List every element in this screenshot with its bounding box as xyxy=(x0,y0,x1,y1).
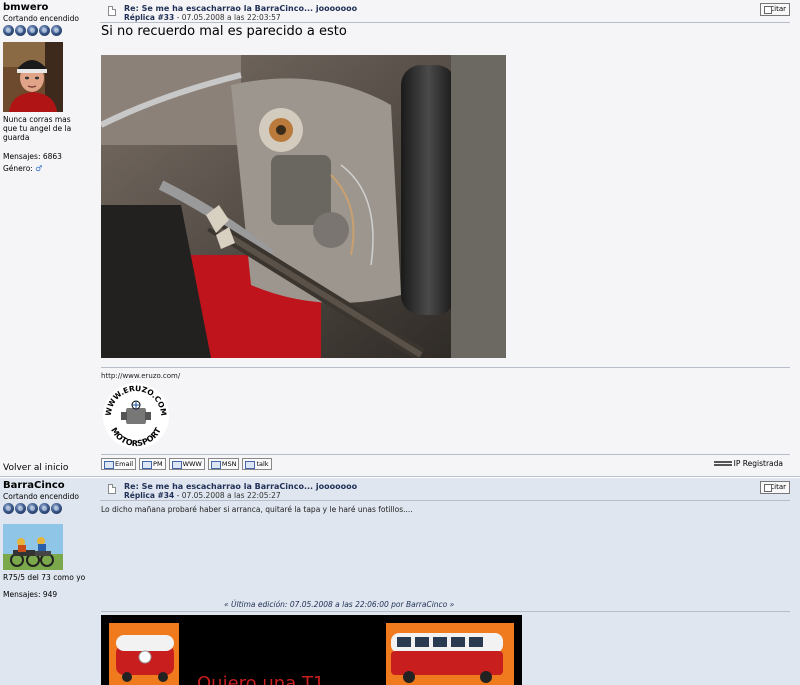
rank-star-icon xyxy=(27,503,38,514)
post-meta: Réplica #34 - 07.05.2008 a las 22:05:27 xyxy=(124,491,281,500)
post-33: bmwero Cortando encendido Nunca corras m… xyxy=(0,0,800,477)
author-personal-text: R75/5 del 73 como yo xyxy=(3,573,86,582)
engine-photo xyxy=(101,55,506,358)
post-body-text: Si no recuerdo mal es parecido a esto xyxy=(101,24,347,39)
www-button[interactable]: WWW xyxy=(168,458,205,470)
author-panel: bmwero Cortando encendido Nunca corras m… xyxy=(3,2,95,173)
ip-registered: IP Registrada xyxy=(733,459,783,468)
post-subject-link[interactable]: Re: Se me ha escacharrao la BarraCinco..… xyxy=(124,4,357,13)
quote-button[interactable]: Citar xyxy=(760,481,790,494)
contact-buttons: Email PM WWW MSN talk xyxy=(101,458,272,470)
avatar xyxy=(3,524,63,570)
author-messages: Mensajes: 949 xyxy=(3,590,58,599)
quote-button[interactable]: Citar xyxy=(760,3,790,16)
document-icon xyxy=(108,6,116,16)
signature-link[interactable]: http://www.eruzo.com/ xyxy=(101,372,180,380)
gender-label: Género: xyxy=(3,164,33,173)
back-to-top-link[interactable]: Volver al inicio xyxy=(3,463,68,473)
footer-divider xyxy=(101,454,790,455)
author-messages: Mensajes: 6863 xyxy=(3,152,62,161)
rank-star-icon xyxy=(39,25,50,36)
eruzo-motorsport-logo[interactable]: WWW.ERUZO.COM MOTORSPORT xyxy=(101,381,171,451)
document-icon xyxy=(108,484,116,494)
reply-number: Réplica #34 xyxy=(124,491,175,500)
author-rank: Cortando encendido xyxy=(3,492,79,501)
ip-icon xyxy=(714,461,732,466)
post-header: Re: Se me ha escacharrao la BarraCinco..… xyxy=(100,481,790,501)
author-rank: Cortando encendido xyxy=(3,14,79,23)
post-34: BarraCinco Cortando encendido R75/5 del … xyxy=(0,478,800,685)
signature-divider xyxy=(101,611,790,612)
rank-star-icon xyxy=(15,25,26,36)
author-panel: BarraCinco Cortando encendido R75/5 del … xyxy=(3,480,95,599)
rank-stars xyxy=(3,25,95,36)
post-subject-link[interactable]: Re: Se me ha escacharrao la BarraCinco..… xyxy=(124,482,357,491)
post-body-text: Lo dicho mañana probaré haber si arranca… xyxy=(101,505,413,514)
post-date: - 07.05.2008 a las 22:05:27 xyxy=(174,491,281,500)
author-name[interactable]: bmwero xyxy=(3,2,95,13)
post-header: Re: Se me ha escacharrao la BarraCinco..… xyxy=(100,3,790,23)
last-edit-note: « Última edición: 07.05.2008 a las 22:06… xyxy=(224,600,455,609)
rank-star-icon xyxy=(3,25,14,36)
male-icon: ♂ xyxy=(35,164,43,173)
author-name[interactable]: BarraCinco xyxy=(3,480,95,491)
pm-button[interactable]: PM xyxy=(139,458,166,470)
reply-number: Réplica #33 xyxy=(124,13,175,22)
rank-star-icon xyxy=(3,503,14,514)
post-meta: Réplica #33 - 07.05.2008 a las 22:03:57 xyxy=(124,13,281,22)
author-gender: Género: ♂ xyxy=(3,164,95,173)
msn-button[interactable]: MSN xyxy=(207,458,240,470)
vw-t1-banner: Quiero una T1 xyxy=(101,615,522,685)
rank-stars xyxy=(3,503,95,514)
post-date: - 07.05.2008 a las 22:03:57 xyxy=(174,13,281,22)
email-button[interactable]: Email xyxy=(101,458,137,470)
rank-star-icon xyxy=(15,503,26,514)
banner-text: Quiero una T1 xyxy=(197,673,324,685)
avatar xyxy=(3,42,63,112)
rank-star-icon xyxy=(27,25,38,36)
rank-star-icon xyxy=(51,503,62,514)
signature-divider xyxy=(101,367,790,368)
talk-button[interactable]: talk xyxy=(242,458,272,470)
author-personal-text: Nunca corras mas que tu angel de la guar… xyxy=(3,115,72,142)
rank-star-icon xyxy=(51,25,62,36)
rank-star-icon xyxy=(39,503,50,514)
